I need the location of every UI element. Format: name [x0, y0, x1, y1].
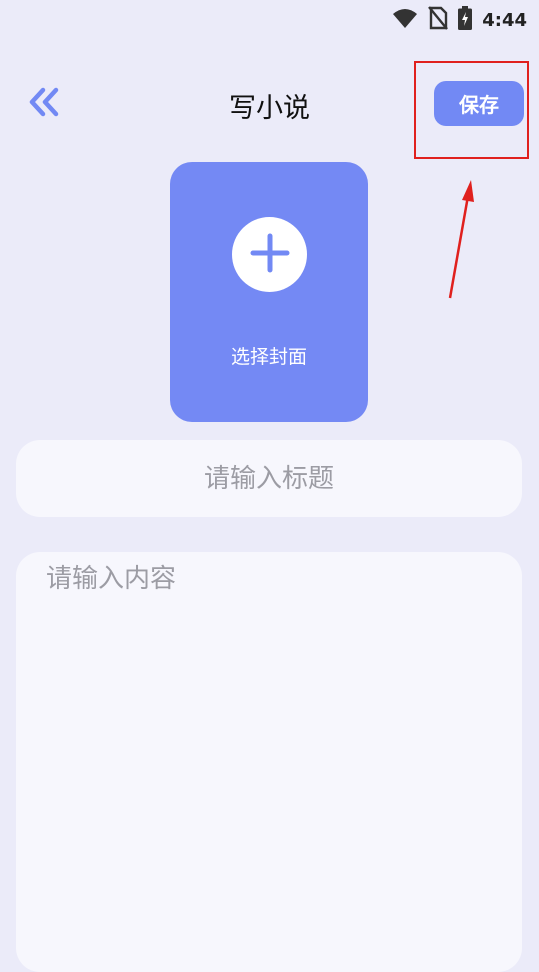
title-input[interactable] — [16, 440, 522, 517]
cover-label: 选择封面 — [230, 346, 307, 368]
content-input[interactable] — [16, 552, 522, 972]
save-button[interactable]: 保存 — [434, 81, 524, 126]
status-bar: 4:44 — [0, 0, 539, 36]
app-bar: 写小说 保存 — [0, 70, 539, 140]
status-time: 4:44 — [482, 9, 527, 31]
wifi-icon — [392, 7, 418, 33]
status-icons: 4:44 — [392, 6, 527, 34]
battery-charging-icon — [458, 6, 473, 34]
plus-icon — [249, 232, 291, 278]
no-sim-icon — [428, 6, 449, 34]
add-cover-button[interactable] — [232, 217, 307, 292]
cover-picker[interactable]: 选择封面 — [170, 162, 368, 422]
